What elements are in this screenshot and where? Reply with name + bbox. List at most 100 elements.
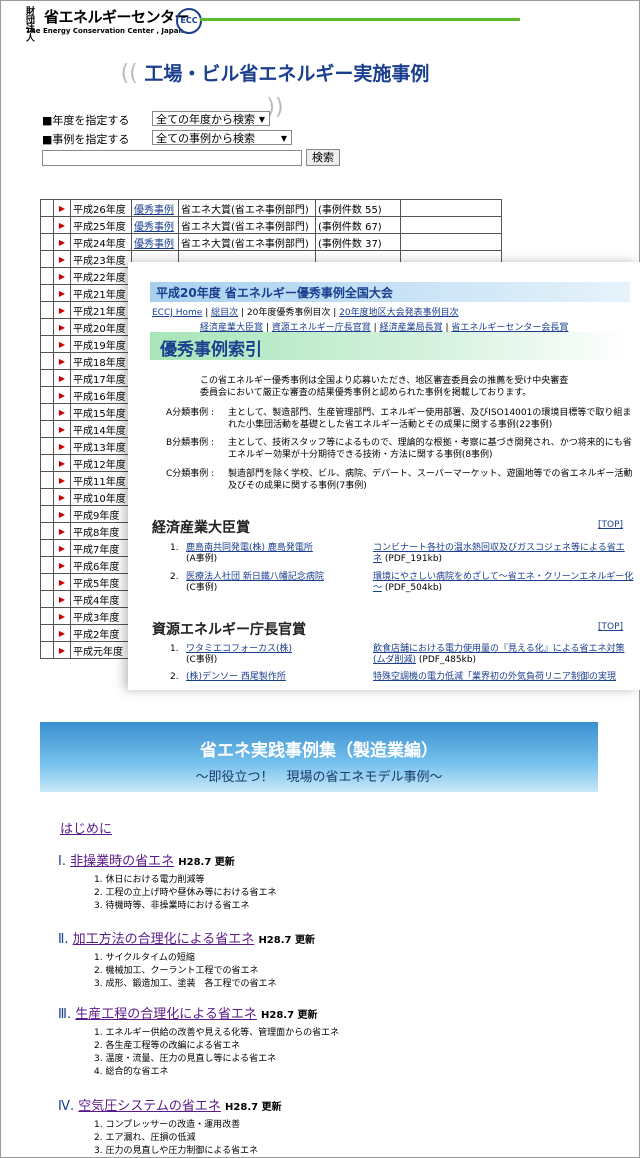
list-item: 医療法人社団 新日鐵八幡記念病院 (C事例) (186, 572, 324, 594)
excellent-case-link[interactable]: 優秀事例 (131, 233, 179, 251)
row-blank (40, 284, 54, 302)
play-arrow-icon[interactable]: ▶ (53, 369, 71, 387)
logo-subtitle: The Energy Conservation Center , Japan (26, 27, 184, 35)
case-link[interactable]: 環境にやさしい病院をめざして〜省エネ・クリーンエネルギー化 (373, 572, 633, 582)
update-date: H28.7 更新 (178, 857, 235, 868)
search-button[interactable]: 検索 (306, 149, 340, 166)
minister-award-heading: 経済産業大臣賞 (152, 520, 250, 536)
play-arrow-icon[interactable]: ▶ (53, 641, 71, 659)
top-link-text[interactable]: [TOP] (598, 622, 623, 632)
case-select[interactable]: 全ての事例から検索 ▼ (152, 130, 292, 145)
case-link[interactable]: 特殊空調機の電力低減「業界初の外気負荷リニア制御の実現 (373, 672, 616, 682)
play-arrow-icon[interactable]: ▶ (53, 505, 71, 523)
play-arrow-icon[interactable]: ▶ (53, 318, 71, 336)
pdf-size: (PDF_191kb) (384, 554, 443, 564)
row-blank (400, 199, 502, 217)
play-arrow-icon[interactable]: ▶ (53, 284, 71, 302)
play-arrow-icon[interactable]: ▶ (53, 301, 71, 319)
play-arrow-icon[interactable]: ▶ (53, 250, 71, 268)
row-blank (40, 386, 54, 404)
table-row: ▶ 平成24年度 優秀事例 省エネ大賞(省エネ事例部門) (事例件数 37) (40, 233, 502, 251)
list-item: 2. エア漏れ、圧損の低減 (94, 1133, 196, 1143)
case-link[interactable]: ネ (373, 554, 382, 564)
intro-link[interactable]: はじめに (60, 818, 112, 837)
case-link[interactable]: (ムダ削減) (373, 655, 416, 665)
nav-link-regional[interactable]: 20年度地区大会発表事例目次 (339, 308, 458, 318)
case-link[interactable]: 飲食店舗における電力使用量の『見える化』による省エネ対策 (373, 644, 624, 654)
company-link[interactable]: (株)デンソー 西尾製作所 (186, 672, 286, 682)
play-arrow-icon[interactable]: ▶ (53, 386, 71, 404)
list-item: 4. 総合的な省エネ (94, 1067, 169, 1077)
list-item: 鹿島南共同発電(株) 鹿島発電所 (A事例) (186, 543, 313, 565)
manual-banner: 省エネ実践事例集（製造業編） 〜即役立つ！ 現場の省エネモデル事例〜 (40, 722, 598, 792)
row-blank (40, 301, 54, 319)
play-arrow-icon[interactable]: ▶ (53, 488, 71, 506)
year-cell: 平成18年度 (70, 352, 132, 370)
class-a-text-2: れた小集団活動を基礎とした省エネルギー活動とその成果に関する事例(22事例) (228, 420, 553, 430)
case-link[interactable]: コンビナート各社の温水熱回収及びガスコジェネ等による省エ (373, 543, 625, 553)
section-link[interactable]: 空気圧システムの省エネ (78, 1099, 221, 1114)
excellent-case-link[interactable]: 優秀事例 (131, 216, 179, 234)
header-divider (200, 18, 520, 21)
top-nav: ECCJ Home | 総目次 | 20年度優秀事例目次 | 20年度地区大会発… (152, 308, 459, 318)
year-cell: 平成17年度 (70, 369, 132, 387)
list-item: 特殊空調機の電力低減「業界初の外気負荷リニア制御の実現 (373, 672, 616, 683)
year-select[interactable]: 全ての年度から検索 ▼ (152, 111, 270, 126)
section-link[interactable]: 非操業時の省エネ (70, 854, 174, 869)
play-arrow-icon[interactable]: ▶ (53, 352, 71, 370)
play-arrow-icon[interactable]: ▶ (53, 199, 71, 217)
award-banner: 平成20年度 省エネルギー優秀事例全国大会 (150, 282, 630, 302)
year-cell: 平成21年度 (70, 301, 132, 319)
row-blank (40, 318, 54, 336)
play-arrow-icon[interactable]: ▶ (53, 607, 71, 625)
play-arrow-icon[interactable]: ▶ (53, 233, 71, 251)
play-arrow-icon[interactable]: ▶ (53, 471, 71, 489)
case-link[interactable]: 〜 (373, 583, 382, 593)
play-arrow-icon[interactable]: ▶ (53, 454, 71, 472)
play-arrow-icon[interactable]: ▶ (53, 335, 71, 353)
play-arrow-icon[interactable]: ▶ (53, 267, 71, 285)
play-arrow-icon[interactable]: ▶ (53, 590, 71, 608)
list-item: 2. 工程の立上げ時や昼休み等における省エネ (94, 888, 277, 898)
case-type: (C事例) (186, 583, 218, 593)
update-date: H28.7 更新 (258, 935, 315, 946)
year-cell: 平成16年度 (70, 386, 132, 404)
play-arrow-icon[interactable]: ▶ (53, 216, 71, 234)
nav-link-home[interactable]: ECCJ Home (152, 308, 202, 318)
play-arrow-icon[interactable]: ▶ (53, 539, 71, 557)
list-number: 1. (170, 543, 179, 553)
company-link[interactable]: ワタミエコフォーカス(株) (186, 644, 292, 654)
list-item: 3. 成形、鍛造加工、塗装 各工程での省エネ (94, 979, 277, 989)
excellent-case-link[interactable]: 優秀事例 (131, 199, 179, 217)
top-link[interactable]: [TOP] (598, 622, 623, 632)
class-c-label: C分類事例 : (166, 469, 215, 479)
play-arrow-icon[interactable]: ▶ (53, 437, 71, 455)
row-blank (40, 250, 54, 268)
case-filter-label: ■事例を指定する (42, 133, 130, 146)
row-blank (40, 641, 54, 659)
row-blank (40, 369, 54, 387)
ecc-logo-icon: ECC (176, 8, 202, 34)
company-link[interactable]: 医療法人社団 新日鐵八幡記念病院 (186, 572, 324, 582)
list-item: 3. 待機時等、非操業時における省エネ (94, 901, 250, 911)
class-b-text-1: 主として、技術スタッフ等によるもので、理論的な根拠・考察に基づき開発され、かつ将… (228, 438, 632, 448)
play-arrow-icon[interactable]: ▶ (53, 624, 71, 642)
section-link[interactable]: 加工方法の合理化による省エネ (73, 932, 255, 947)
site-logo[interactable]: 省エネルギーセンター (44, 6, 190, 27)
play-arrow-icon[interactable]: ▶ (53, 556, 71, 574)
list-item: 3. 圧力の見直しや圧力制御による省エネ (94, 1146, 259, 1156)
search-input[interactable] (42, 150, 302, 166)
class-b-label: B分類事例 : (166, 438, 215, 448)
play-arrow-icon[interactable]: ▶ (53, 522, 71, 540)
play-arrow-icon[interactable]: ▶ (53, 420, 71, 438)
section-link[interactable]: 生産工程の合理化による省エネ (75, 1007, 257, 1022)
section-number: Ⅳ. (58, 1099, 75, 1114)
company-link[interactable]: 鹿島南共同発電(株) 鹿島発電所 (186, 543, 313, 553)
top-link-text[interactable]: [TOP] (598, 520, 623, 530)
play-arrow-icon[interactable]: ▶ (53, 403, 71, 421)
list-item: 環境にやさしい病院をめざして〜省エネ・クリーンエネルギー化〜 (PDF_504k… (373, 572, 633, 594)
nav-link-contents[interactable]: 総目次 (211, 308, 238, 318)
row-blank (40, 522, 54, 540)
play-arrow-icon[interactable]: ▶ (53, 573, 71, 591)
top-link[interactable]: [TOP] (598, 520, 623, 530)
